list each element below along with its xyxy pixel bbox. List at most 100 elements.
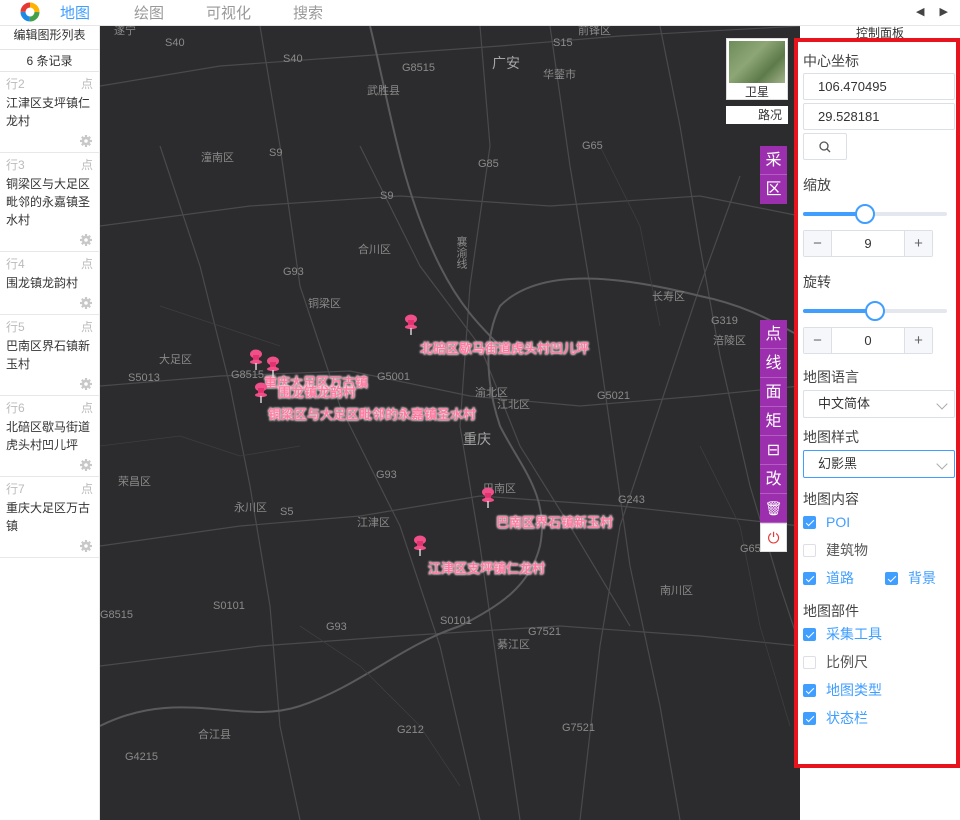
trash-icon[interactable]: 🗑: [760, 494, 787, 523]
map-pin-label[interactable]: 铜梁区与大足区毗邻的永嘉镇圣水村: [268, 404, 476, 423]
checkbox-map-type[interactable]: 地图类型: [803, 676, 955, 704]
zoom-label: 缩放: [803, 177, 831, 193]
rotate-slider-handle[interactable]: [865, 301, 885, 321]
map-pin-icon[interactable]: [265, 356, 281, 378]
longitude-input[interactable]: 106.470495: [803, 73, 955, 100]
map-place-label: 合川区: [358, 244, 391, 256]
zoom-decrement-button[interactable]: −: [804, 231, 832, 256]
checkbox-status-bar[interactable]: 状态栏: [803, 704, 955, 732]
maptype-satellite-button[interactable]: 卫星: [726, 38, 788, 100]
control-panel: 中心坐标 106.470495 29.528181 缩放 − 9 + 旋转 − …: [794, 38, 960, 768]
map-pin-label[interactable]: 巴南区界石镇新玉村: [496, 512, 613, 531]
draw-rectangle-button[interactable]: 矩: [760, 407, 787, 436]
rotate-increment-button[interactable]: +: [904, 328, 932, 353]
gear-icon[interactable]: [79, 296, 93, 310]
map-pin-label[interactable]: 江津区支坪镇仁龙村: [428, 558, 545, 577]
record-type: 点: [80, 77, 93, 91]
map-place-label: G65: [582, 140, 603, 152]
nav-tab-map[interactable]: 地图: [56, 0, 94, 26]
rotate-slider[interactable]: [803, 301, 955, 321]
list-item[interactable]: 行6 点北碚区歇马街道虎头村凹儿坪: [0, 396, 99, 477]
rotate-value[interactable]: 0: [832, 328, 904, 353]
nav-tab-search[interactable]: 搜索: [289, 0, 327, 26]
map-pin-label[interactable]: 北碚区歇马街道虎头村凹儿坪: [420, 338, 589, 357]
scale-label: 比例尺: [826, 654, 868, 670]
map-style-label: 地图样式: [803, 429, 859, 445]
draw-polygon-button[interactable]: 面: [760, 378, 787, 407]
nav-tab-visualize[interactable]: 可视化: [202, 0, 255, 26]
collect-button[interactable]: 采: [760, 146, 787, 175]
nav-scroll-arrows-icon[interactable]: ◀ ▶: [916, 5, 954, 18]
checkbox-poi[interactable]: POI: [803, 508, 955, 536]
app-logo-icon: [20, 2, 40, 22]
checkbox-scale[interactable]: 比例尺: [803, 648, 955, 676]
gear-icon[interactable]: [79, 539, 93, 553]
map-place-label: 江津区: [357, 517, 390, 529]
map-language-select[interactable]: 中文简体: [803, 390, 955, 418]
map-pin-icon[interactable]: [253, 382, 269, 404]
map-place-label: 南川区: [660, 585, 693, 597]
map-pin-icon[interactable]: [412, 535, 428, 557]
record-meta: 行5 点: [6, 319, 93, 335]
checkbox-checked-icon: [803, 711, 816, 725]
checkbox-collect-tool[interactable]: 采集工具: [803, 620, 955, 648]
rotate-stepper: − 0 +: [803, 327, 933, 354]
zoom-slider-handle[interactable]: [854, 204, 875, 224]
rotate-label: 旋转: [803, 274, 831, 290]
gear-icon[interactable]: [79, 134, 93, 148]
map-pin-icon[interactable]: [248, 349, 264, 371]
list-item[interactable]: 行4 点围龙镇龙韵村: [0, 252, 99, 315]
rotate-decrement-button[interactable]: −: [804, 328, 832, 353]
record-meta: 行6 点: [6, 400, 93, 416]
map-place-label: S5013: [128, 372, 160, 384]
list-item[interactable]: 行2 点江津区支坪镇仁龙村: [0, 72, 99, 153]
map-pin-icon[interactable]: [403, 314, 419, 336]
building-label: 建筑物: [826, 542, 868, 558]
collect-tool: 采 区: [760, 146, 787, 204]
nav-tab-draw[interactable]: 绘图: [130, 0, 168, 26]
map-place-label: 潼南区: [201, 152, 234, 164]
checkbox-checked-icon: [803, 627, 816, 641]
checkbox-checked-icon: [885, 571, 898, 585]
checkbox-background[interactable]: 背景: [885, 568, 936, 588]
record-row-number: 行2: [6, 77, 25, 91]
map-pin-label[interactable]: 围龙镇龙韵村: [278, 382, 356, 401]
satellite-label: 卫星: [744, 85, 769, 99]
gear-icon[interactable]: [79, 233, 93, 247]
collect-tool-label: 采集工具: [826, 626, 882, 642]
zoom-value[interactable]: 9: [832, 231, 904, 256]
list-icon[interactable]: ⊟: [760, 436, 787, 465]
draw-point-button[interactable]: 点: [760, 320, 787, 349]
map-place-label: 荣昌区: [118, 476, 151, 488]
checkbox-checked-icon: [803, 571, 816, 585]
map-style-select[interactable]: 幻影黑: [803, 450, 955, 478]
map-place-label: 重庆: [463, 431, 491, 447]
checkbox-checked-icon: [803, 683, 816, 697]
map-language-label: 地图语言: [803, 369, 859, 385]
gear-icon[interactable]: [79, 377, 93, 391]
gear-icon[interactable]: [79, 458, 93, 472]
map-pin-icon[interactable]: [480, 487, 496, 509]
draw-line-button[interactable]: 线: [760, 349, 787, 378]
collect-area-button[interactable]: 区: [760, 175, 787, 204]
satellite-thumbnail: [729, 41, 785, 83]
map-place-label: S5: [280, 506, 294, 518]
map-place-label: G7521: [528, 626, 562, 638]
latitude-input[interactable]: 29.528181: [803, 103, 955, 130]
checkbox-road[interactable]: 道路: [803, 568, 885, 588]
maptype-road-button[interactable]: 路况: [726, 106, 788, 124]
record-row-number: 行6: [6, 401, 25, 415]
map-roads: [100, 26, 800, 820]
map-canvas[interactable]: 遂宁 S40 S40 G8515 广安 S15 华蓥市 武胜县 前锋区 潼南区 S9 G85 G65 S9…: [100, 26, 800, 820]
list-item[interactable]: 行7 点重庆大足区万古镇: [0, 477, 99, 558]
zoom-slider[interactable]: [803, 204, 955, 224]
poi-label: POI: [826, 514, 851, 530]
power-icon[interactable]: ⏻: [760, 523, 787, 552]
list-item[interactable]: 行3 点铜梁区与大足区毗邻的永嘉镇圣水村: [0, 153, 99, 252]
list-item[interactable]: 行5 点巴南区界石镇新玉村: [0, 315, 99, 396]
edit-button[interactable]: 改: [760, 465, 787, 494]
locate-search-button[interactable]: [803, 133, 847, 160]
checkbox-building[interactable]: 建筑物: [803, 536, 955, 564]
center-coord-label: 中心坐标: [803, 53, 859, 69]
zoom-increment-button[interactable]: +: [904, 231, 932, 256]
